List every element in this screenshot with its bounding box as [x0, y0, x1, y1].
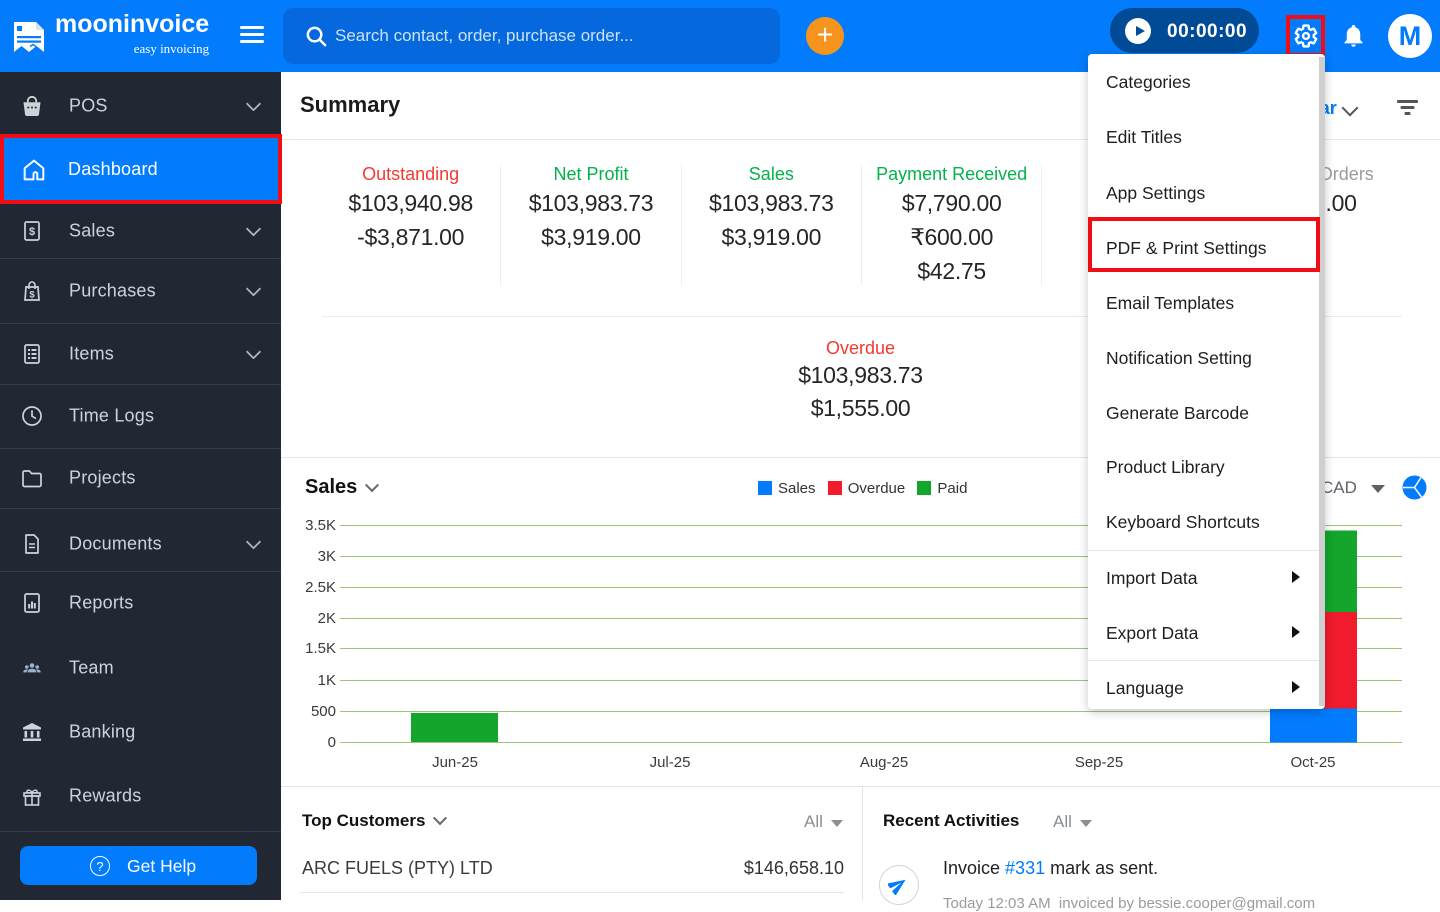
- svg-text:$: $: [29, 289, 35, 300]
- svg-text:2K: 2K: [318, 610, 336, 627]
- svg-text:1.5K: 1.5K: [305, 640, 336, 657]
- svg-text:0: 0: [328, 734, 336, 751]
- svg-text:2.5K: 2.5K: [305, 579, 336, 596]
- svg-text:3K: 3K: [318, 548, 336, 565]
- svg-text:$: $: [29, 226, 35, 238]
- svg-text:1K: 1K: [318, 672, 336, 689]
- svg-text:500: 500: [311, 703, 336, 720]
- svg-text:3.5K: 3.5K: [305, 517, 336, 534]
